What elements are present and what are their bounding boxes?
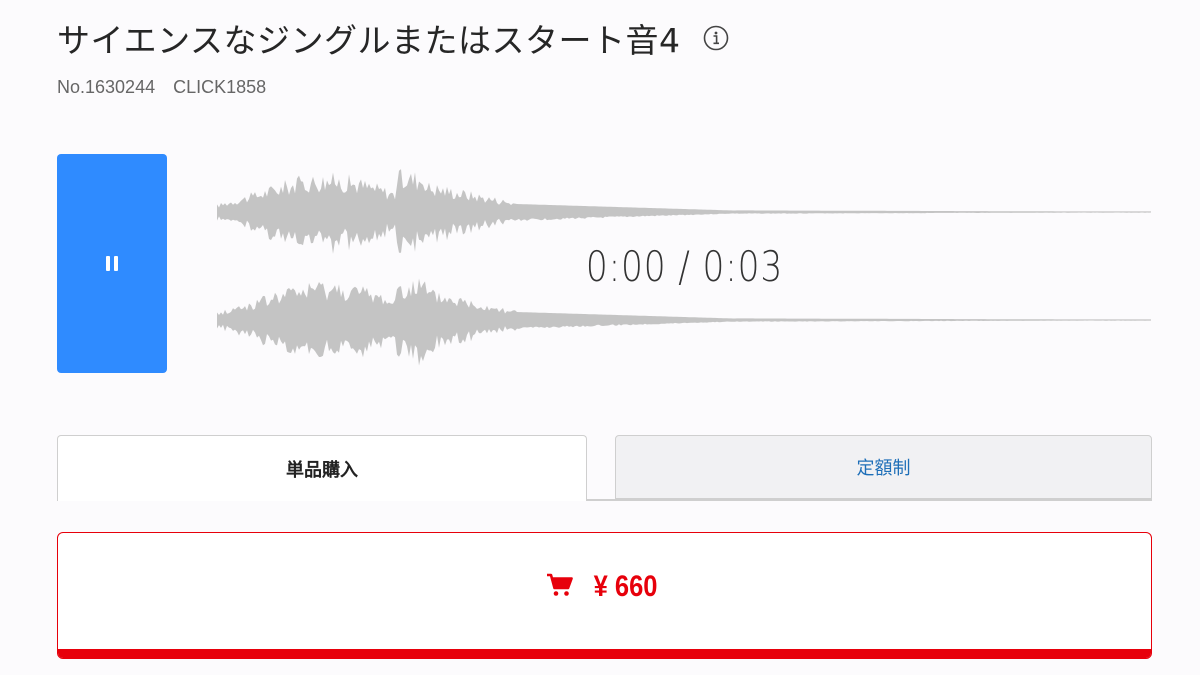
waveform[interactable]: 0:00 / 0:03 bbox=[217, 154, 1152, 373]
time-display-wrap: 0:00 / 0:03 bbox=[301, 242, 1068, 291]
buy-button[interactable]: ¥ 660 bbox=[57, 532, 1152, 659]
track-meta: No.1630244 CLICK1858 bbox=[57, 77, 266, 98]
pause-button[interactable] bbox=[57, 154, 167, 373]
price-label: ¥ 660 bbox=[593, 570, 658, 603]
buy-button-underline bbox=[58, 649, 1151, 658]
audio-player: 0:00 / 0:03 bbox=[57, 154, 1152, 373]
buy-button-content: ¥ 660 bbox=[58, 570, 1151, 604]
tab-subscription-label: 定額制 bbox=[856, 458, 911, 479]
tab-single-purchase-label: 単品購入 bbox=[286, 459, 358, 481]
info-icon[interactable] bbox=[703, 25, 729, 51]
tab-divider-line bbox=[587, 499, 1152, 501]
title-row: サイエンスなジングルまたはスタート音4 bbox=[57, 14, 729, 62]
track-number: No.1630244 bbox=[57, 77, 156, 97]
purchase-tabs: 単品購入 定額制 bbox=[57, 435, 1152, 501]
track-title: サイエンスなジングルまたはスタート音4 bbox=[57, 21, 681, 60]
cart-icon bbox=[546, 572, 574, 602]
tab-single-purchase[interactable]: 単品購入 bbox=[57, 435, 587, 501]
pause-icon bbox=[106, 256, 118, 271]
tab-subscription[interactable]: 定額制 bbox=[615, 435, 1152, 499]
track-code: CLICK1858 bbox=[173, 77, 267, 97]
time-display: 0:00 / 0:03 bbox=[585, 242, 784, 291]
waveform-channel bbox=[217, 278, 1151, 366]
